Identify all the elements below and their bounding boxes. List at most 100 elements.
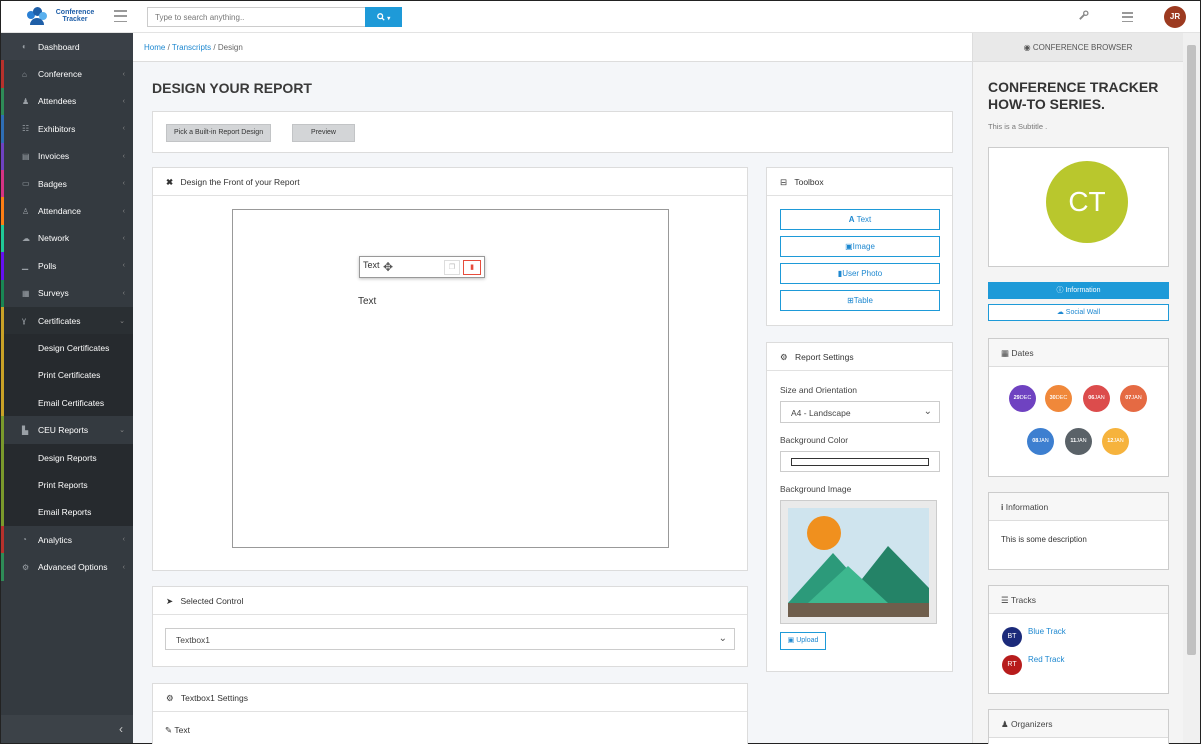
sidebar-toggle-icon[interactable]: [114, 10, 127, 22]
date-badge[interactable]: 06JAN: [1083, 385, 1110, 412]
id-card-icon: ▭: [22, 179, 30, 189]
eye-icon: ◉: [1023, 43, 1033, 52]
dates-header: ▦ Dates: [989, 339, 1168, 367]
breadcrumb-transcripts[interactable]: Transcripts: [172, 43, 211, 52]
scrollbar-thumb[interactable]: [1187, 45, 1196, 655]
poll-icon: ▦: [22, 288, 30, 298]
sidebar-item-analytics[interactable]: ◔ Analytics ‹: [1, 526, 133, 554]
search-button[interactable]: ▾: [365, 7, 402, 27]
comments-icon: ☁: [1056, 309, 1066, 316]
dates-box: ▦ Dates 29DEC 30DEC 06JAN 07JAN 08JAN 11…: [988, 338, 1169, 477]
upload-button[interactable]: ▣ Upload: [780, 632, 826, 650]
conference-browser-panel: ◉ CONFERENCE BROWSER CONFERENCE TRACKER …: [972, 33, 1183, 744]
date-badge[interactable]: 07JAN: [1120, 385, 1147, 412]
sidebar-item-attendees[interactable]: ♟ Attendees ‹: [1, 87, 133, 116]
sidebar-item-attendance[interactable]: ♙ Attendance ‹: [1, 197, 133, 225]
calendar-icon: ▦: [1001, 348, 1012, 358]
sidebar-item-badges[interactable]: ▭ Badges ‹: [1, 169, 133, 198]
chevron-down-icon: ⌄: [119, 317, 125, 325]
sidebar-item-print-certificates[interactable]: Print Certificates: [1, 361, 133, 390]
sidebar-item-dashboard[interactable]: ◐ Dashboard: [1, 33, 133, 61]
date-badge[interactable]: 11JAN: [1065, 428, 1092, 455]
organizers-box: ♟ Organizers: [988, 709, 1169, 744]
toolbox-table-button[interactable]: ⊞Table: [780, 290, 940, 311]
bg-color-picker[interactable]: [780, 451, 940, 472]
breadcrumb-home[interactable]: Home: [144, 43, 165, 52]
sidebar-item-ceu-reports[interactable]: ▙ CEU Reports ⌄: [1, 416, 133, 444]
move-icon[interactable]: ✥: [383, 260, 393, 274]
toolbox-text-button[interactable]: A Text: [780, 209, 940, 230]
sidebar-collapse-button[interactable]: ‹: [1, 715, 133, 743]
sidebar-item-advanced-options[interactable]: ⚙ Advanced Options ‹: [1, 553, 133, 581]
sidebar-item-design-certificates[interactable]: Design Certificates: [1, 334, 133, 362]
wrench-icon[interactable]: [1078, 10, 1089, 24]
conference-logo-box: CT: [988, 147, 1169, 267]
upload-label: Upload: [796, 637, 819, 644]
user-avatar[interactable]: JR: [1164, 6, 1186, 28]
sidebar-item-surveys[interactable]: ▦ Surveys ‹: [1, 279, 133, 307]
conference-browser-header: ◉ CONFERENCE BROWSER: [973, 33, 1183, 62]
track-name: Blue Track: [1028, 627, 1066, 636]
selected-control-select[interactable]: Textbox1 ⌄: [165, 628, 735, 650]
sidebar-item-invoices[interactable]: ▤ Invoices ‹: [1, 142, 133, 170]
toolbox-user-photo-button[interactable]: ▮User Photo: [780, 263, 940, 284]
date-badge[interactable]: 29DEC: [1009, 385, 1036, 412]
search-input[interactable]: Type to search anything..: [147, 7, 365, 27]
track-item[interactable]: RT Red Track: [1002, 655, 1064, 675]
image-icon: ▣: [845, 242, 853, 251]
sidebar-item-polls[interactable]: ▁ Polls ‹: [1, 252, 133, 280]
toolbox-item-label: User Photo: [842, 269, 883, 278]
text-icon: A: [848, 215, 855, 224]
preview-button[interactable]: Preview: [292, 124, 355, 142]
sidebar: ◐ Dashboard ⌂ Conference ‹ ♟ Attendees ‹ ☷ Exh…: [1, 33, 133, 743]
sidebar-item-print-reports[interactable]: Print Reports: [1, 471, 133, 499]
sidebar-item-network[interactable]: ☁ Network ‹: [1, 224, 133, 253]
book-icon: ▙: [22, 425, 29, 435]
chevron-down-icon: ⌄: [923, 406, 932, 417]
copy-icon[interactable]: ❐: [444, 260, 460, 275]
sidebar-item-design-reports[interactable]: Design Reports: [1, 443, 133, 472]
textbox-settings-card: ⚙ Textbox1 Settings ✎ Text: [152, 683, 748, 744]
caret-down-icon: ▾: [387, 16, 391, 22]
app-logo[interactable]: Conference Tracker: [27, 7, 99, 25]
sidebar-item-label: Dashboard: [38, 41, 80, 52]
dashboard-icon: ◐: [22, 42, 27, 52]
date-month: JAN: [1094, 395, 1105, 401]
track-item[interactable]: BT Blue Track: [1002, 627, 1066, 647]
page-scrollbar[interactable]: [1183, 33, 1200, 743]
canvas-text-element[interactable]: Text: [358, 296, 376, 307]
date-month: JAN: [1038, 438, 1049, 444]
information-button-label: Information: [1065, 287, 1101, 294]
breadcrumb: Home / Transcripts / Design: [133, 33, 972, 62]
sidebar-item-email-certificates[interactable]: Email Certificates: [1, 389, 133, 417]
sidebar-item-certificates[interactable]: ɣ Certificates ⌄: [1, 306, 133, 335]
report-canvas[interactable]: Text ✥ ❐ ▮ Text: [232, 209, 669, 548]
sidebar-item-label: Print Reports: [38, 479, 88, 490]
trash-icon[interactable]: ▮: [463, 260, 481, 275]
menu-icon[interactable]: [1122, 12, 1133, 22]
information-button[interactable]: ⓘ Information: [988, 282, 1169, 299]
date-badge[interactable]: 08JAN: [1027, 428, 1054, 455]
conference-browser-title: CONFERENCE BROWSER: [1032, 43, 1133, 52]
toolbox-icon: ⊟: [780, 177, 788, 187]
size-orientation-select[interactable]: A4 - Landscape ⌄: [780, 401, 940, 423]
sidebar-item-email-reports[interactable]: Email Reports: [1, 498, 133, 527]
chevron-left-icon: ‹: [122, 207, 125, 215]
builtin-design-button[interactable]: Pick a Built-in Report Design: [166, 124, 272, 142]
date-badge[interactable]: 30DEC: [1045, 385, 1072, 412]
textbox-control-text: Text: [363, 260, 380, 270]
toolbox-image-button[interactable]: ▣Image: [780, 236, 940, 257]
toolbox-item-label: Text: [856, 215, 872, 224]
date-month: JAN: [1113, 438, 1124, 444]
sidebar-item-exhibitors[interactable]: ☷ Exhibitors ‹: [1, 115, 133, 143]
bg-color-label: Background Color: [780, 435, 849, 445]
toolbox-title: Toolbox: [794, 177, 824, 187]
date-badge[interactable]: 12JAN: [1102, 428, 1129, 455]
sidebar-item-label: Network: [38, 233, 70, 244]
breadcrumb-separator: /: [167, 43, 170, 52]
sidebar-item-label: Attendance: [38, 206, 82, 217]
social-wall-button[interactable]: ☁ Social Wall: [988, 304, 1169, 321]
textbox-control[interactable]: Text ✥ ❐ ▮: [359, 256, 485, 278]
upload-image-icon: ▣: [787, 637, 797, 644]
sidebar-item-conference[interactable]: ⌂ Conference ‹: [1, 60, 133, 88]
